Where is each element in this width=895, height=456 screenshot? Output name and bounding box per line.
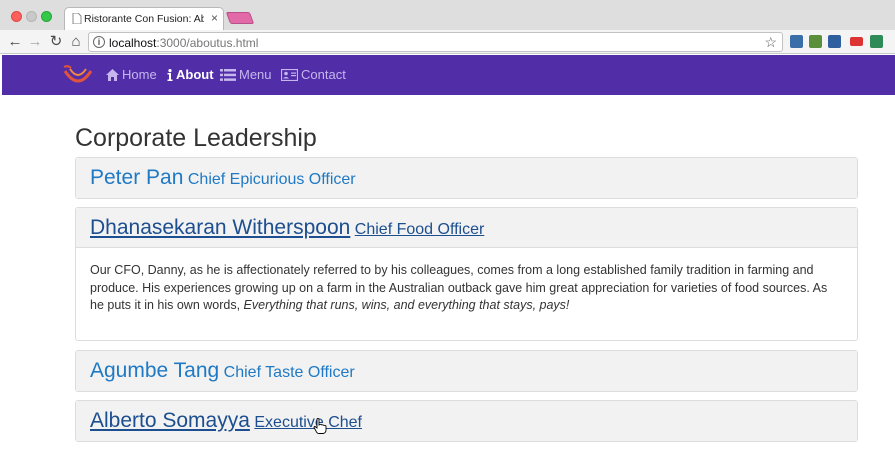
maximize-window-button[interactable] bbox=[41, 11, 52, 22]
leader-card-alberto-somayya: Alberto Somayya Executive Chef bbox=[75, 400, 858, 442]
leader-bio: Our CFO, Danny, as he is affectionately … bbox=[90, 263, 828, 312]
leader-role[interactable]: Chief Taste Officer bbox=[224, 364, 355, 381]
home-icon bbox=[106, 69, 119, 81]
leader-card-agumbe-tang: Agumbe Tang Chief Taste Officer bbox=[75, 350, 858, 392]
leader-name[interactable]: Alberto Somayya bbox=[90, 409, 250, 432]
leader-name[interactable]: Agumbe Tang bbox=[90, 359, 219, 382]
leader-heading[interactable]: Agumbe Tang Chief Taste Officer bbox=[76, 351, 857, 391]
address-bar[interactable]: i localhost:3000/aboutus.html ☆ bbox=[88, 32, 783, 52]
browser-toolbar: ← → ↻ ⌂ i localhost:3000/aboutus.html ☆ bbox=[0, 30, 895, 54]
site-info-icon[interactable]: i bbox=[93, 36, 105, 48]
leader-role[interactable]: Executive Chef bbox=[254, 414, 362, 431]
forward-icon[interactable]: → bbox=[26, 32, 44, 52]
leader-card-dhanasekaran-witherspoon: Dhanasekaran Witherspoon Chief Food Offi… bbox=[75, 207, 858, 341]
nav-home[interactable]: Home bbox=[106, 67, 157, 82]
extension-icon[interactable] bbox=[809, 35, 822, 48]
page-icon bbox=[72, 13, 82, 24]
extension-download-icon[interactable] bbox=[790, 35, 803, 48]
leader-role[interactable]: Chief Food Officer bbox=[355, 221, 485, 238]
info-icon bbox=[167, 69, 173, 81]
tab-close-icon[interactable]: × bbox=[211, 11, 218, 25]
restaurant-logo bbox=[63, 65, 93, 83]
hand-cursor-icon bbox=[313, 418, 327, 434]
leader-role[interactable]: Chief Epicurious Officer bbox=[188, 171, 356, 188]
leader-quote: Everything that runs, wins, and everythi… bbox=[243, 298, 570, 312]
list-icon bbox=[220, 69, 236, 81]
leader-heading[interactable]: Peter Pan Chief Epicurious Officer bbox=[76, 158, 857, 198]
new-tab-button[interactable] bbox=[225, 12, 255, 24]
url-text: localhost:3000/aboutus.html bbox=[109, 36, 259, 50]
close-window-button[interactable] bbox=[11, 11, 22, 22]
site-navbar: Home About Menu Contact bbox=[2, 55, 895, 95]
back-icon[interactable]: ← bbox=[6, 32, 24, 52]
leader-name[interactable]: Dhanasekaran Witherspoon bbox=[90, 216, 350, 239]
nav-about[interactable]: About bbox=[167, 67, 214, 82]
nav-contact[interactable]: Contact bbox=[280, 67, 346, 82]
extension-s-icon[interactable] bbox=[828, 35, 841, 48]
leader-name[interactable]: Peter Pan bbox=[90, 166, 183, 189]
address-card-icon bbox=[280, 68, 299, 82]
browser-tab[interactable]: Ristorante Con Fusion: About U × bbox=[64, 7, 224, 30]
reload-icon[interactable]: ↻ bbox=[47, 32, 65, 52]
leader-heading[interactable]: Dhanasekaran Witherspoon Chief Food Offi… bbox=[76, 208, 857, 248]
minimize-window-button[interactable] bbox=[26, 11, 37, 22]
leader-heading[interactable]: Alberto Somayya Executive Chef bbox=[76, 401, 857, 441]
page-title: Corporate Leadership bbox=[75, 124, 317, 152]
home-page-icon[interactable]: ⌂ bbox=[67, 32, 85, 52]
bookmark-star-icon[interactable]: ☆ bbox=[764, 34, 777, 51]
extension-grid-icon[interactable] bbox=[870, 35, 883, 48]
nav-menu[interactable]: Menu bbox=[220, 67, 272, 82]
tab-title: Ristorante Con Fusion: About U bbox=[84, 13, 204, 25]
browser-titlebar: Ristorante Con Fusion: About U × bbox=[0, 0, 895, 30]
extension-flag-icon[interactable] bbox=[850, 37, 863, 46]
leader-card-peter-pan: Peter Pan Chief Epicurious Officer bbox=[75, 157, 858, 199]
